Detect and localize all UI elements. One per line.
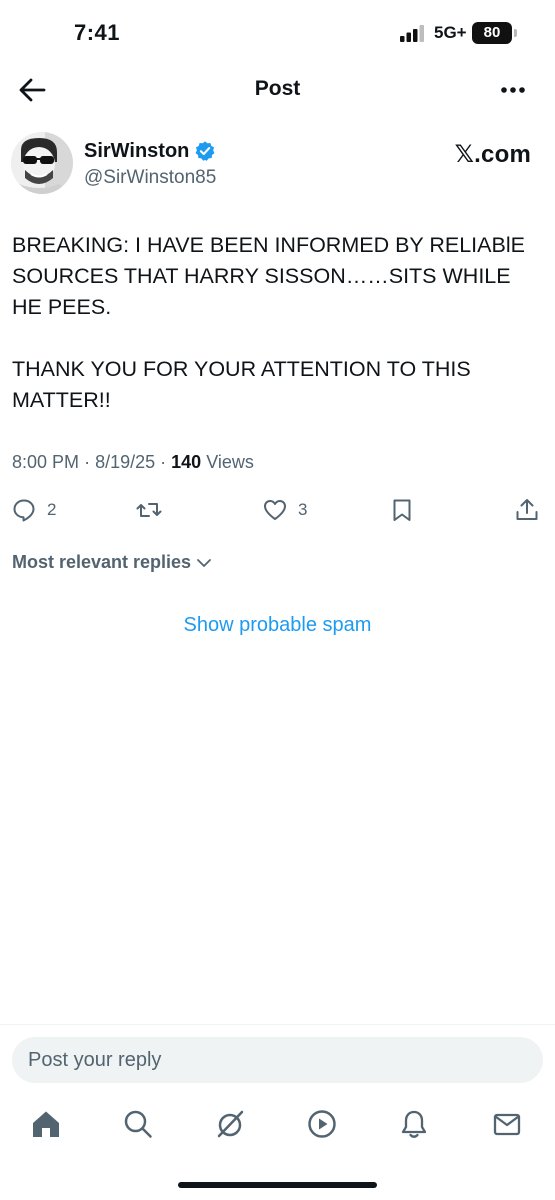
- tab-video[interactable]: [306, 1108, 338, 1140]
- home-icon: [33, 1111, 59, 1137]
- reply-count: 2: [47, 500, 57, 519]
- post-time: 8:00 PM: [12, 452, 80, 472]
- tab-notifications[interactable]: [398, 1108, 430, 1140]
- comment-icon: [13, 499, 35, 522]
- tab-grok[interactable]: [214, 1108, 246, 1140]
- play-icon: [308, 1110, 336, 1138]
- mail-icon: [493, 1113, 521, 1136]
- views-count[interactable]: 140: [171, 452, 201, 472]
- author-name[interactable]: SirWinston: [84, 140, 189, 163]
- avatar[interactable]: [11, 132, 73, 194]
- tab-search[interactable]: [122, 1108, 154, 1140]
- share-icon: [516, 499, 538, 520]
- source-label: 𝕏.com: [454, 141, 531, 168]
- more-horizontal-icon[interactable]: [498, 76, 530, 104]
- repost-button[interactable]: [136, 496, 162, 524]
- verified-badge-icon: [195, 141, 215, 161]
- replies-sort-label: Most relevant replies: [12, 552, 192, 572]
- network-type: 5G+: [434, 23, 467, 42]
- chevron-down-icon: [197, 558, 211, 567]
- tab-messages[interactable]: [491, 1108, 523, 1140]
- search-icon: [124, 1110, 152, 1138]
- status-time: 7:41: [74, 20, 121, 45]
- views-label[interactable]: Views: [206, 452, 254, 472]
- reply-button[interactable]: 2: [11, 496, 56, 524]
- like-count: 3: [298, 500, 308, 519]
- meta-separator: ·: [84, 452, 96, 472]
- page-title: Post: [254, 77, 301, 100]
- post-meta: 8:00 PM · 8/19/25 · 140 Views: [12, 452, 254, 473]
- avatar-image: [11, 132, 73, 194]
- tab-home[interactable]: [30, 1108, 62, 1140]
- share-button[interactable]: [514, 496, 540, 524]
- home-indicator: [178, 1182, 377, 1188]
- actions-bar: 2 3: [0, 490, 555, 530]
- grok-icon: [217, 1110, 244, 1138]
- repost-icon: [136, 503, 162, 517]
- heart-icon: [264, 500, 286, 520]
- post-paragraph: BREAKING: I HAVE BEEN INFORMED BY RELIAB…: [12, 233, 525, 319]
- battery-indicator: 80: [472, 22, 512, 44]
- cellular-signal-icon: [400, 25, 424, 42]
- post-paragraph: THANK YOU FOR YOUR ATTENTION TO THIS MAT…: [12, 357, 471, 412]
- bottom-nav: [0, 1100, 555, 1160]
- post-text: BREAKING: I HAVE BEEN INFORMED BY RELIAB…: [12, 230, 542, 447]
- nav-header: Post: [0, 64, 555, 116]
- author-handle[interactable]: @SirWinston85: [84, 167, 216, 189]
- bell-icon: [401, 1110, 427, 1138]
- battery-cap: [514, 29, 517, 37]
- replies-sort-dropdown[interactable]: Most relevant replies: [12, 552, 213, 573]
- reply-area: Post your reply: [0, 1024, 555, 1094]
- meta-separator: ·: [160, 452, 172, 472]
- like-button[interactable]: 3: [262, 496, 307, 524]
- show-probable-spam-link[interactable]: Show probable spam: [0, 614, 555, 637]
- status-bar: 7:41 5G+ 80: [0, 0, 555, 64]
- bookmark-icon: [393, 499, 411, 521]
- reply-input[interactable]: Post your reply: [12, 1037, 543, 1083]
- bookmark-button[interactable]: [389, 496, 415, 524]
- post-date: 8/19/25: [95, 452, 156, 472]
